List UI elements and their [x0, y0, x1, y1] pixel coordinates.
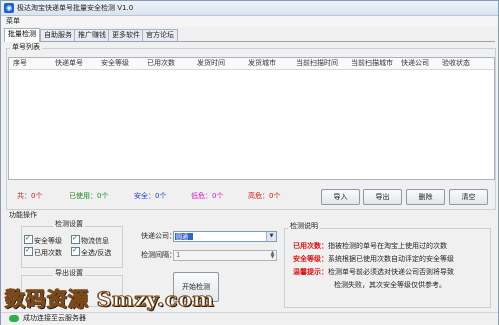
export-button[interactable]: 导出 [363, 189, 402, 205]
check-settings-title: 检测设置 [53, 220, 85, 229]
stat-used: 已使用：0个 [69, 192, 109, 200]
column-header-acceptance-status[interactable]: 验收状态 [442, 59, 470, 68]
checkbox-box[interactable]: ✓ [71, 246, 80, 256]
column-header-ship-city[interactable]: 发货城市 [248, 59, 276, 68]
column-header-security-level[interactable]: 安全等级 [101, 59, 129, 68]
column-header-courier[interactable]: 快递公司 [401, 59, 429, 68]
courier-select[interactable]: 圆通 ▼ [173, 231, 277, 242]
note-security-level: 安全等级：系统根据已使用次数自动评定的安全等级 [293, 255, 454, 264]
status-bar: 成功连接至云服务器 [1, 312, 498, 325]
check-mark-icon: ✓ [25, 246, 31, 254]
check-mark-icon: ✓ [72, 234, 78, 242]
check-mark-icon: ✓ [25, 234, 31, 242]
courier-value-text: 圆通 [176, 234, 189, 241]
watermark: 数码资源 Smzy.com [5, 287, 215, 312]
window-title: 极达淘宝快递单号批量安全检测 V1.0 [17, 4, 134, 12]
column-header-tracking-number[interactable]: 快递单号 [55, 59, 83, 68]
note-text: 指被检测的单号在淘宝上使用过的次数 [328, 242, 447, 250]
tab-more-software[interactable]: 更多软件 [108, 29, 144, 41]
import-button[interactable]: 导入 [321, 189, 360, 205]
note-tip: 温馨提示：检测单号前必须选对快递公司否则将导致 [293, 268, 454, 277]
tracking-table[interactable]: 序号 快递单号 安全等级 已用次数 发货时间 发货城市 当前扫描时间 当前扫描城… [8, 57, 495, 180]
note-text: 系统根据已使用次数自动评定的安全等级 [328, 255, 454, 263]
clear-button[interactable]: 清空 [449, 189, 488, 205]
table-header: 序号 快递单号 安全等级 已用次数 发货时间 发货城市 当前扫描时间 当前扫描城… [9, 58, 494, 70]
courier-selected-value: 圆通 [175, 233, 193, 241]
checkbox-label: 已用次数 [34, 249, 62, 257]
column-header-scan-time[interactable]: 当前扫描时间 [296, 59, 338, 68]
tracking-list-title: 单号列表 [10, 43, 42, 52]
export-settings-title: 导出设置 [53, 269, 85, 278]
app-window: ◉ 极达淘宝快递单号批量安全检测 V1.0 菜单 批量检测 自助服务 推广赚钱 … [0, 0, 499, 325]
interval-value: 1 [176, 251, 181, 259]
connection-status: 成功连接至云服务器 [23, 314, 86, 322]
checkbox-label: 全选/反选 [81, 249, 112, 257]
tab-batch-check[interactable]: 批量检测 [4, 28, 40, 42]
column-header-index[interactable]: 序号 [13, 59, 27, 68]
menu-bar: 菜单 [1, 16, 498, 27]
checkbox-box[interactable]: ✓ [24, 246, 33, 256]
interval-stepper[interactable]: 1 ▲ ▼ [173, 250, 277, 261]
checkbox-security-level[interactable]: ✓ 安全等级 [24, 234, 62, 246]
checkbox-logistics-info[interactable]: ✓ 物流信息 [71, 234, 109, 246]
courier-label: 快递公司： [141, 232, 176, 240]
note-used-count: 已用次数：指被检测的单号在淘宝上使用过的次数 [293, 242, 447, 251]
checkbox-box[interactable]: ✓ [24, 234, 33, 244]
note-key: 安全等级： [293, 255, 328, 263]
note-tip-continued: 检测失败，其次安全等级仅供参考。 [334, 281, 446, 289]
title-bar: ◉ 极达淘宝快递单号批量安全检测 V1.0 [1, 1, 498, 16]
checkbox-select-all[interactable]: ✓ 全选/反选 [71, 246, 112, 258]
stat-low-risk: 低危：0个 [191, 192, 224, 200]
chevron-down-icon[interactable]: ▼ [266, 232, 276, 241]
checkbox-label: 物流信息 [81, 237, 109, 245]
checkbox-label: 安全等级 [34, 237, 62, 245]
tab-forum[interactable]: 官方论坛 [142, 29, 178, 41]
column-header-scan-city[interactable]: 当前扫描城市 [351, 59, 393, 68]
check-mark-icon: ✓ [72, 246, 78, 254]
function-group-title: 功能操作 [9, 211, 37, 219]
delete-button[interactable]: 删除 [406, 189, 445, 205]
cloud-icon [9, 315, 19, 322]
tab-strip: 批量检测 自助服务 推广赚钱 更多软件 官方论坛 [4, 28, 495, 42]
stepper-arrows-icon[interactable]: ▲ ▼ [269, 251, 276, 260]
note-key: 已用次数： [293, 242, 328, 250]
note-text: 检测单号前必须选对快递公司否则将导致 [328, 268, 454, 276]
checkbox-box[interactable]: ✓ [71, 234, 80, 244]
column-header-used-count[interactable]: 已用次数 [147, 59, 175, 68]
checkbox-used-count[interactable]: ✓ 已用次数 [24, 246, 62, 258]
note-key: 温馨提示： [293, 268, 328, 276]
app-logo-icon: ◉ [4, 3, 14, 13]
instructions-title: 检测说明 [288, 222, 320, 231]
stat-safe: 安全：0个 [134, 192, 167, 200]
tab-self-service[interactable]: 自助服务 [40, 29, 76, 41]
menu-item-main[interactable]: 菜单 [6, 17, 20, 26]
tab-promotion[interactable]: 推广赚钱 [74, 29, 110, 41]
stat-total: 共：0个 [17, 192, 43, 200]
stat-high-risk: 高危：0个 [248, 192, 281, 200]
column-header-ship-time[interactable]: 发货时间 [197, 59, 225, 68]
interval-label: 检测间隔： [141, 251, 176, 259]
